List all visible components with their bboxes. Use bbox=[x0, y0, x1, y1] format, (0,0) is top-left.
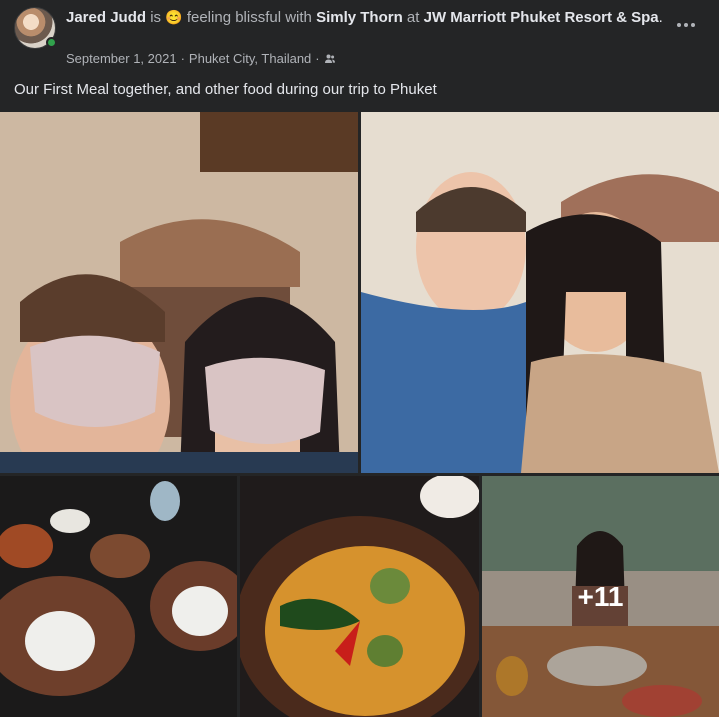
author-avatar[interactable] bbox=[14, 7, 57, 49]
meta-separator: · bbox=[315, 51, 320, 66]
post-header: Jared Judd is 😊 feeling blissful with Si… bbox=[0, 0, 719, 70]
feeling-text: feeling blissful with bbox=[186, 9, 312, 26]
online-status-dot bbox=[46, 37, 57, 48]
post-location[interactable]: Phuket City, Thailand bbox=[189, 51, 311, 67]
post-date[interactable]: September 1, 2021 bbox=[66, 51, 177, 67]
verb-is: is bbox=[150, 9, 162, 26]
post-caption: Our First Meal together, and other food … bbox=[14, 81, 437, 98]
author-name[interactable]: Jared Judd bbox=[66, 9, 146, 26]
photo-couple-selfie[interactable] bbox=[361, 112, 719, 473]
photo-couple-masks[interactable] bbox=[0, 112, 358, 473]
friends-icon[interactable] bbox=[324, 53, 336, 65]
tagged-person[interactable]: Simly Thorn bbox=[316, 9, 403, 26]
meta-separator: · bbox=[180, 51, 185, 66]
more-photos-count[interactable]: +11 bbox=[482, 476, 719, 717]
headline-period: . bbox=[658, 9, 663, 26]
place-name[interactable]: JW Marriott Phuket Resort & Spa bbox=[424, 9, 659, 26]
photo-curry-closeup[interactable] bbox=[240, 476, 479, 717]
post-headline: Jared Judd is 😊 feeling blissful with Si… bbox=[66, 6, 666, 29]
more-options-icon[interactable] bbox=[675, 14, 697, 36]
post-meta: September 1, 2021 · Phuket City, Thailan… bbox=[66, 51, 336, 67]
photo-breakfast-more[interactable]: +11 bbox=[482, 476, 719, 717]
at-word: at bbox=[406, 9, 420, 26]
feeling-emoji-icon: 😊 bbox=[165, 9, 183, 25]
photo-table-rice-dishes[interactable] bbox=[0, 476, 237, 717]
